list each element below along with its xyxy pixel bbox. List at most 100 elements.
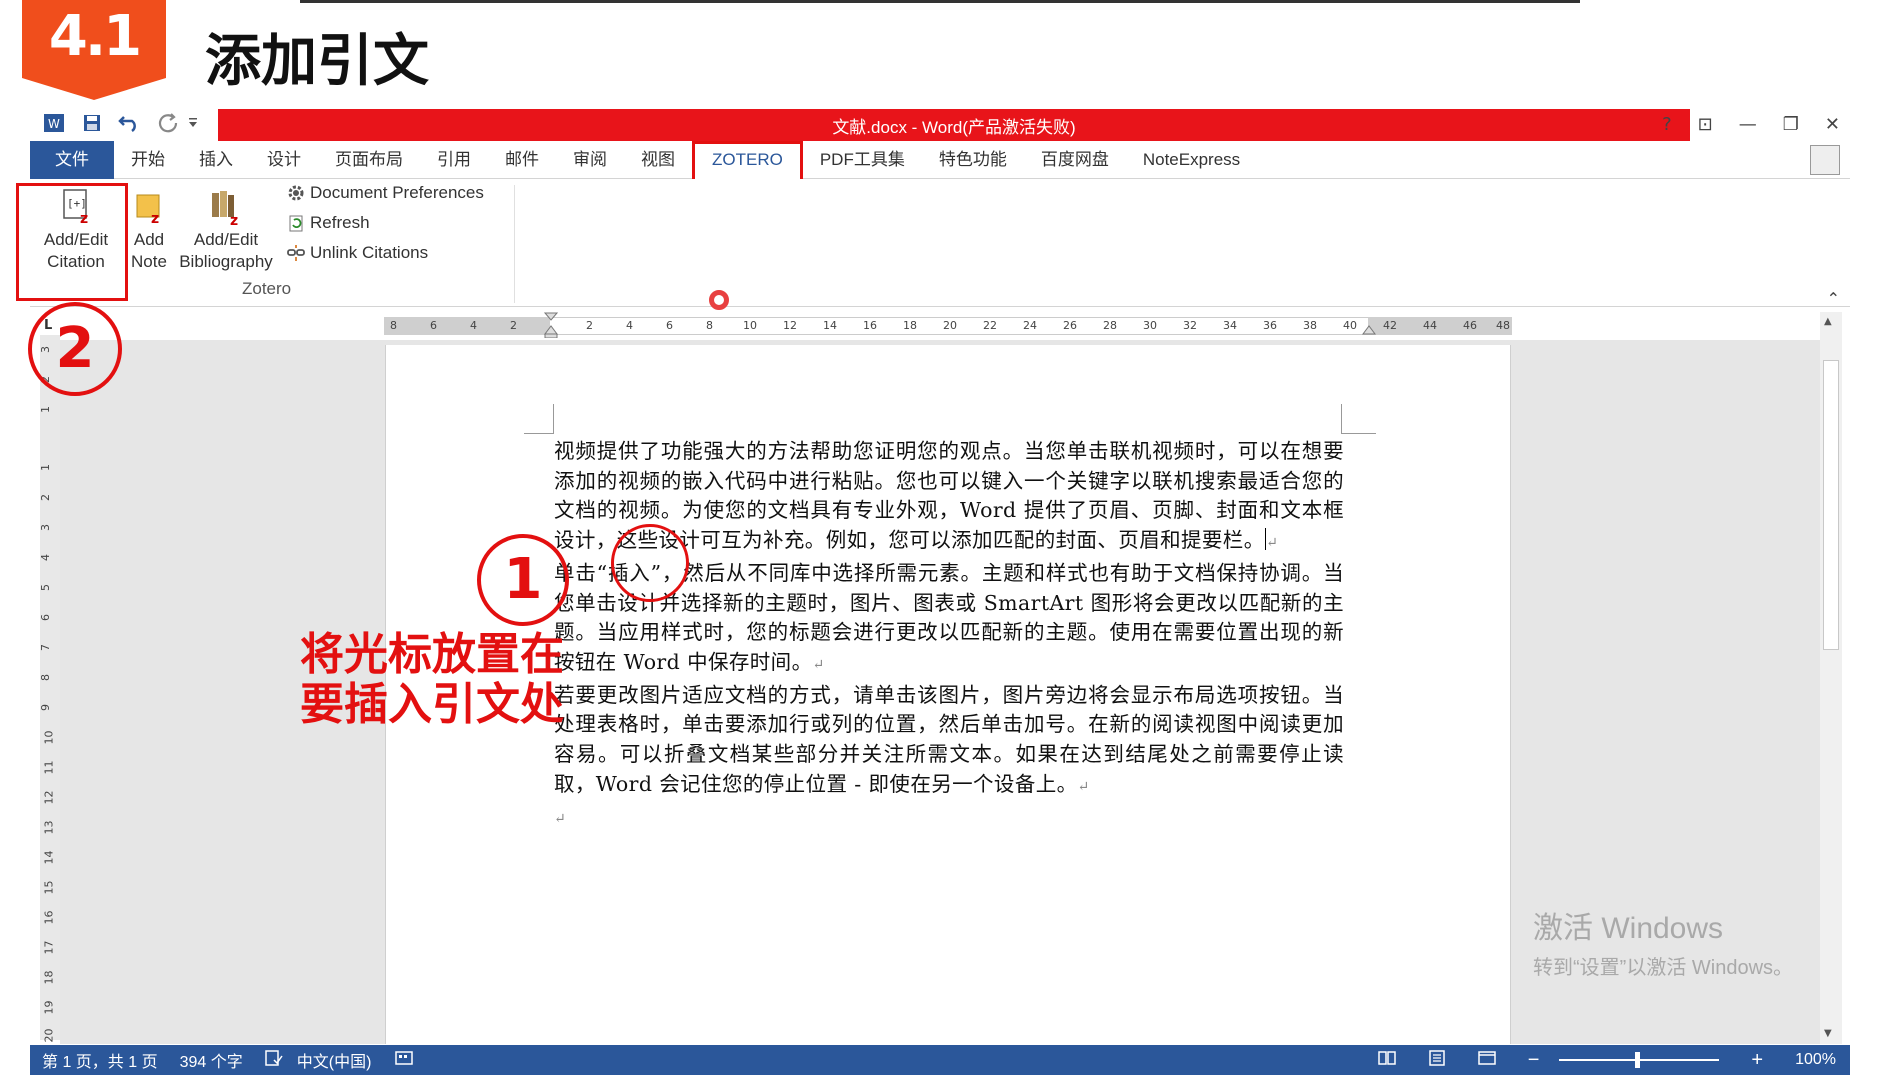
tab-file[interactable]: 文件 [30,140,114,179]
scroll-thumb[interactable] [1823,360,1839,650]
ruler-label: 2 [586,319,593,332]
zotero-group-label: Zotero [242,279,292,298]
help-button[interactable]: ? [1662,114,1672,135]
vruler-label: 17 [42,940,56,955]
ruler-label: 4 [470,319,477,332]
gear-icon [286,183,306,203]
right-indent-marker-icon[interactable] [1362,324,1376,336]
ruler-label: 38 [1303,319,1317,332]
tab-home[interactable]: 开始 [114,141,182,179]
close-button[interactable]: ✕ [1825,114,1840,135]
vruler-label: 12 [42,790,56,805]
refresh-icon [286,213,306,233]
word-app-icon[interactable]: W [40,109,68,137]
unlink-citations-button[interactable]: Unlink Citations [286,243,428,263]
read-mode-icon[interactable] [1377,1050,1396,1071]
vruler-label: 3 [39,524,52,531]
vruler-label: 13 [42,820,56,835]
scroll-down-icon[interactable]: ▼ [1824,1028,1832,1039]
ruler-label: 16 [863,319,877,332]
ruler-label: 36 [1263,319,1277,332]
page-count[interactable]: 第 1 页，共 1 页 [42,1048,158,1072]
vruler-label: 16 [42,910,56,925]
ruler-label: 44 [1423,319,1437,332]
ruler-label: 18 [903,319,917,332]
ribbon-display-button[interactable]: ⊡ [1698,114,1713,135]
save-icon[interactable] [78,109,106,137]
tab-zotero[interactable]: ZOTERO [692,140,803,183]
group-separator [514,185,515,303]
crop-mark [524,404,554,434]
vruler-label: 14 [42,850,56,865]
collapse-ribbon-icon[interactable]: ⌃ [1827,289,1840,308]
word-count[interactable]: 394 个字 [180,1048,243,1072]
tab-review[interactable]: 审阅 [556,141,624,179]
window-controls: ? ⊡ — ❐ ✕ [1662,109,1840,139]
scroll-up-icon[interactable]: ▲ [1824,316,1832,327]
vertical-ruler[interactable]: 3 2 1 1 2 3 4 5 6 7 8 9 10 11 12 13 14 1… [39,335,60,1043]
instruction-line-1: 将光标放置在 [300,629,564,680]
customize-qat-icon[interactable] [188,109,198,137]
ruler-label: 22 [983,319,997,332]
web-layout-icon[interactable] [1477,1050,1496,1071]
ruler-label: 30 [1143,319,1157,332]
section-badge: 4.1 [22,0,166,100]
vruler-label: 8 [39,674,52,681]
ruler-left-margin [384,317,550,335]
vruler-label: 7 [39,644,52,651]
tab-mailings[interactable]: 邮件 [488,141,556,179]
add-note-button[interactable]: z Add Note [122,187,176,273]
tab-baidu-netdisk[interactable]: 百度网盘 [1024,141,1126,179]
tab-features[interactable]: 特色功能 [922,141,1024,179]
document-preferences-label: Document Preferences [310,183,484,202]
undo-icon[interactable] [116,109,144,137]
ribbon-tabs: 文件 开始 插入 设计 页面布局 引用 邮件 审阅 视图 ZOTERO PDF工… [30,140,1850,183]
paragraph-3-text: 若要更改图片适应文档的方式，请单击该图片，图片旁边将会显示布局选项按钮。当处理表… [554,682,1344,796]
zoom-slider[interactable] [1559,1052,1720,1068]
user-avatar-icon[interactable] [1810,145,1840,175]
language-indicator[interactable]: 中文(中国) [297,1048,372,1072]
ruler-label: 48 [1496,319,1510,332]
tab-noteexpress[interactable]: NoteExpress [1126,141,1257,179]
paragraph-mark: ↵ [1077,778,1090,795]
tab-pdf-tools[interactable]: PDF工具集 [803,141,922,179]
refresh-label: Refresh [310,213,370,232]
svg-text:z: z [151,211,159,227]
step-1-marker: 1 [477,534,569,626]
maximize-button[interactable]: ❐ [1783,114,1799,135]
add-edit-bibliography-button[interactable]: z Add/Edit Bibliography [172,187,280,273]
tab-view[interactable]: 视图 [624,141,692,179]
zoom-slider-thumb[interactable] [1635,1052,1641,1068]
vruler-label: 18 [42,970,56,985]
macro-icon[interactable] [395,1050,414,1071]
document-preferences-button[interactable]: Document Preferences [286,183,484,203]
tab-design[interactable]: 设计 [250,141,318,179]
vruler-label: 9 [39,704,52,711]
refresh-button[interactable]: Refresh [286,213,370,233]
tab-layout[interactable]: 页面布局 [318,141,420,179]
ruler-label: 26 [1063,319,1077,332]
redo-icon[interactable] [154,109,182,137]
watermark-line-1: 激活 Windows [1533,912,1724,945]
ruler-label: 2 [510,319,517,332]
instruction-line-2: 要插入引文处 [300,679,564,730]
proofing-icon[interactable] [265,1049,283,1071]
ruler-label: 8 [706,319,713,332]
zoom-in-button[interactable]: + [1751,1049,1763,1072]
ruler-label: 14 [823,319,837,332]
vertical-scrollbar[interactable]: ▲ ▼ [1820,312,1842,1044]
minimize-button[interactable]: — [1739,114,1757,135]
tab-references[interactable]: 引用 [420,141,488,179]
document-body[interactable]: 视频提供了功能强大的方法帮助您证明您的观点。当您单击联机视频时，可以在想要添加的… [554,437,1344,835]
zoom-out-button[interactable]: − [1528,1049,1540,1072]
vruler-label: 11 [42,760,56,775]
zoom-level[interactable]: 100% [1795,1051,1836,1069]
pointer-dot [709,290,729,310]
vruler-label: 1 [39,464,52,471]
horizontal-ruler[interactable]: 8 6 4 2 2 4 6 8 10 12 14 16 18 20 22 24 … [30,312,1512,338]
print-layout-icon[interactable] [1428,1049,1446,1071]
tab-insert[interactable]: 插入 [182,141,250,179]
watermark-line-2: 转到“设置”以激活 Windows。 [1533,957,1794,979]
indent-marker-icon[interactable] [544,312,558,338]
vruler-label: 19 [42,1000,56,1015]
